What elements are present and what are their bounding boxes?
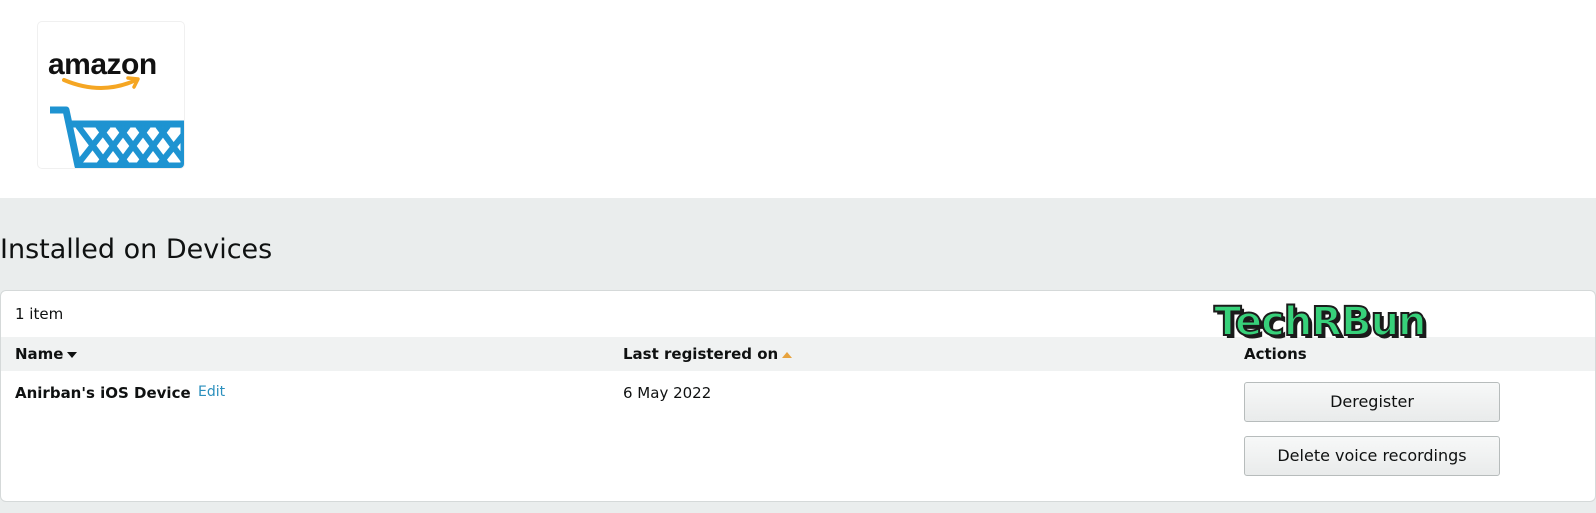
column-header-name-label: Name xyxy=(15,345,64,363)
table-header-row: Name Last registered on Actions xyxy=(1,337,1595,371)
column-header-name[interactable]: Name xyxy=(15,345,78,363)
edit-device-name-link[interactable]: Edit xyxy=(198,384,225,400)
caret-up-icon xyxy=(782,351,793,358)
column-header-actions-label: Actions xyxy=(1244,345,1307,363)
page-title: Installed on Devices xyxy=(0,234,273,265)
amazon-app-logo: amazon xyxy=(38,22,184,168)
shopping-cart-icon xyxy=(50,106,184,168)
devices-table-panel: 1 item Name Last registered on Actions A… xyxy=(0,290,1596,502)
column-header-last-registered-label: Last registered on xyxy=(623,345,779,363)
last-registered-date: 6 May 2022 xyxy=(623,384,712,402)
column-header-actions: Actions xyxy=(1244,345,1307,363)
smile-arrow-icon xyxy=(62,76,140,90)
device-name: Anirban's iOS Device xyxy=(15,384,191,402)
delete-voice-recordings-button[interactable]: Delete voice recordings xyxy=(1244,436,1500,476)
column-header-last-registered[interactable]: Last registered on xyxy=(623,345,793,363)
deregister-button[interactable]: Deregister xyxy=(1244,382,1500,422)
caret-down-icon xyxy=(67,351,78,358)
item-count: 1 item xyxy=(15,305,64,323)
